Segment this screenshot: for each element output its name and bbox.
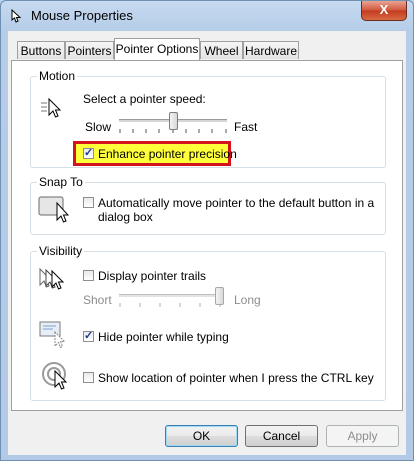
snap-to-default-checkbox[interactable]	[83, 197, 94, 208]
mouse-properties-window: Mouse Properties X Buttons Pointers Poin…	[0, 0, 414, 461]
snap-to-icon	[38, 196, 70, 223]
checkmark-icon: ✓	[84, 147, 94, 159]
short-label: Short	[83, 293, 112, 307]
tab-pointer-options[interactable]: Pointer Options	[114, 38, 200, 60]
enhance-precision-label[interactable]: Enhance pointer precision	[98, 147, 237, 161]
tab-label: Pointer Options	[115, 42, 199, 56]
pointer-speed-slider-thumb[interactable]	[169, 112, 178, 130]
long-label: Long	[234, 293, 261, 307]
close-button[interactable]: X	[361, 1, 407, 21]
trail-length-slider-thumb[interactable]	[215, 287, 224, 305]
close-icon: X	[379, 2, 389, 17]
slow-label: Slow	[85, 120, 112, 134]
fast-label: Fast	[234, 120, 258, 134]
snap-to-label-line1[interactable]: Automatically move pointer to the defaul…	[98, 196, 374, 210]
pointer-speed-icon	[41, 97, 62, 118]
tab-wheel[interactable]: Wheel	[200, 41, 243, 59]
tab-label: Hardware	[244, 44, 298, 58]
tab-buttons[interactable]: Buttons	[17, 41, 65, 59]
trail-length-slider-track[interactable]	[119, 294, 221, 297]
apply-button[interactable]: Apply	[326, 425, 399, 447]
pointer-trails-icon	[39, 267, 65, 290]
apply-label: Apply	[347, 429, 378, 443]
group-label: Visibility	[37, 244, 85, 258]
ok-button[interactable]: OK	[165, 425, 238, 447]
cancel-label: Cancel	[262, 429, 301, 443]
show-location-icon	[42, 362, 68, 390]
tab-label: Wheel	[204, 44, 239, 58]
show-location-checkbox[interactable]	[83, 372, 94, 383]
hide-pointer-icon	[39, 321, 66, 349]
tab-hardware[interactable]: Hardware	[243, 41, 299, 59]
cancel-button[interactable]: Cancel	[245, 425, 318, 447]
enhance-precision-checkbox[interactable]: ✓	[83, 147, 94, 159]
show-location-label[interactable]: Show location of pointer when I press th…	[98, 371, 374, 385]
tab-label: Pointers	[67, 44, 112, 58]
speed-label: Select a pointer speed:	[83, 92, 206, 106]
pointer-trails-checkbox[interactable]	[83, 270, 94, 281]
window-title: Mouse Properties	[31, 8, 133, 23]
group-label: Motion	[37, 69, 78, 83]
tab-label: Buttons	[20, 44, 62, 58]
hide-pointer-checkbox[interactable]: ✓	[83, 330, 94, 342]
checkmark-icon: ✓	[84, 330, 94, 342]
tab-pointers[interactable]: Pointers	[65, 41, 114, 59]
mouse-icon	[11, 8, 22, 23]
slider-ticks	[119, 303, 221, 307]
pointer-trails-label[interactable]: Display pointer trails	[98, 269, 206, 283]
group-label: Snap To	[37, 175, 85, 189]
ok-label: OK	[192, 429, 211, 443]
hide-pointer-label[interactable]: Hide pointer while typing	[98, 330, 229, 344]
title-bar[interactable]: Mouse Properties X	[1, 1, 413, 31]
snap-to-label-line2[interactable]: dialog box	[98, 210, 153, 224]
